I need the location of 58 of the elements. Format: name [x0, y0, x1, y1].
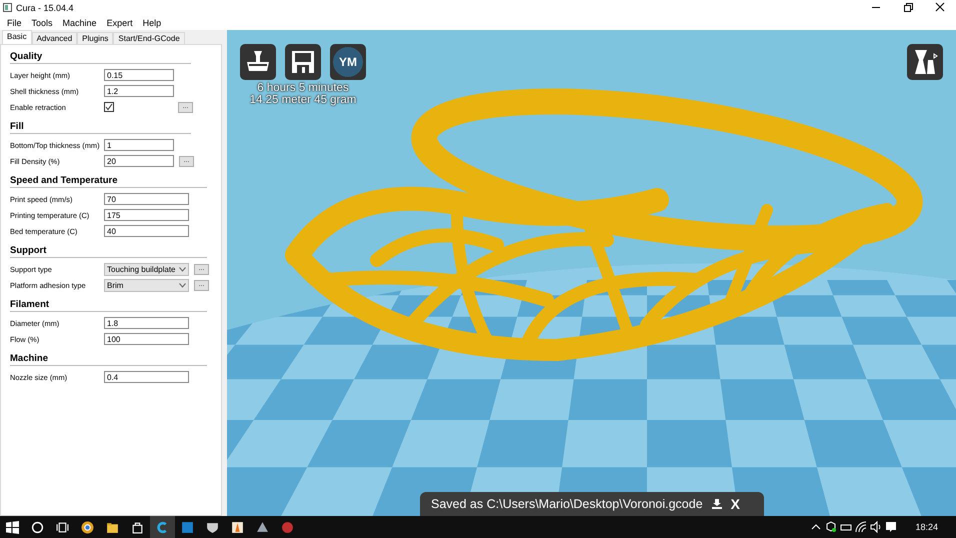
- text-field[interactable]: 0.15: [104, 69, 174, 81]
- close-button[interactable]: X: [730, 496, 740, 512]
- section-heading: Machine: [10, 353, 207, 366]
- speaker-icon[interactable]: [870, 521, 882, 533]
- toolbar-button[interactable]: [285, 44, 321, 80]
- wifi-icon[interactable]: [855, 521, 868, 533]
- text-field[interactable]: 1: [104, 139, 174, 151]
- tab[interactable]: Basic: [2, 30, 32, 44]
- text-field[interactable]: 1.8: [104, 317, 189, 329]
- section-heading: Fill: [10, 121, 191, 134]
- text-field[interactable]: 175: [104, 209, 189, 221]
- task-view-icon[interactable]: [56, 520, 69, 534]
- text-field[interactable]: 100: [104, 333, 189, 345]
- app-icon: [231, 520, 244, 534]
- view-mode-button[interactable]: [907, 44, 943, 80]
- windows-start-icon[interactable]: [6, 520, 19, 534]
- tab[interactable]: Advanced: [32, 32, 78, 44]
- menu-item[interactable]: Tools: [26, 18, 58, 28]
- section-heading: Filament: [10, 299, 207, 312]
- menu-item[interactable]: File: [2, 18, 27, 28]
- triangle-icon: [256, 520, 269, 534]
- chevron-down-icon: [179, 282, 186, 288]
- text-field[interactable]: 70: [104, 193, 189, 205]
- window-title: Cura - 15.04.4: [16, 2, 75, 12]
- shopping-bag-icon: [131, 520, 144, 534]
- tab[interactable]: Start/End-GCode: [113, 32, 185, 44]
- text-field[interactable]: 0.4: [104, 371, 189, 383]
- text-field[interactable]: 40: [104, 225, 189, 237]
- browser-icon: [81, 520, 94, 534]
- menu-item[interactable]: Help: [138, 18, 166, 28]
- print-time: 6 hours 5 minutes: [256, 82, 350, 94]
- text-field[interactable]: 20: [104, 155, 174, 167]
- folder-icon: [106, 520, 119, 534]
- save-icon: [290, 49, 316, 75]
- dropdown[interactable]: Brim: [104, 278, 189, 292]
- toolbar-button[interactable]: [240, 44, 276, 80]
- menu-item[interactable]: Machine: [58, 18, 102, 28]
- download-icon[interactable]: [710, 498, 723, 510]
- section-heading: Speed and Temperature: [10, 175, 207, 188]
- notification-icon[interactable]: [885, 521, 898, 533]
- section-heading: Support: [10, 245, 207, 258]
- box-icon[interactable]: [825, 521, 838, 533]
- search-icon[interactable]: [31, 520, 44, 534]
- shield-icon: [206, 520, 219, 534]
- dropdown[interactable]: Touching buildplate: [104, 262, 189, 276]
- letter-c-icon: [156, 520, 169, 534]
- menu-item[interactable]: Expert: [102, 18, 138, 28]
- checkbox[interactable]: [104, 102, 114, 112]
- text-field[interactable]: 1.2: [104, 85, 174, 97]
- sphere-icon: [281, 520, 294, 534]
- clock[interactable]: 18:24: [915, 522, 938, 532]
- filament-usage: 14.25 meter 45 gram: [248, 94, 358, 106]
- app-icon: [3, 3, 12, 12]
- toast-message: Saved as C:\Users\Mario\Desktop\Voronoi.gcode: [431, 497, 703, 511]
- section-heading: Quality: [10, 51, 191, 64]
- tab[interactable]: Plugins: [77, 32, 114, 44]
- chevron-down-icon: [179, 266, 186, 272]
- app-icon: [181, 520, 194, 534]
